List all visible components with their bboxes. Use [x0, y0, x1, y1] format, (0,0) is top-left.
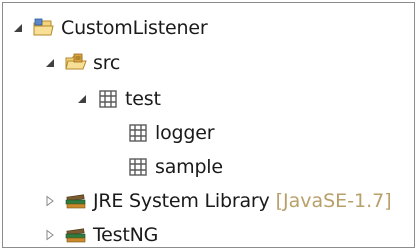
library-version-decoration: [JavaSE-1.7] [275, 190, 392, 212]
package-icon [127, 123, 149, 143]
package-icon [97, 89, 119, 109]
tree-node-label: CustomListener [61, 17, 208, 39]
collapsed-arrow-icon[interactable] [43, 194, 57, 208]
expanded-arrow-icon[interactable] [11, 21, 25, 35]
tree-node-label: TestNG [93, 224, 159, 246]
tree-node-label: src [93, 52, 121, 74]
library-icon [65, 191, 87, 211]
expanded-arrow-icon[interactable] [75, 92, 89, 106]
tree-node-customlistener[interactable]: CustomListener [11, 13, 208, 43]
package-explorer: CustomListener src test logger sample JR… [2, 2, 415, 248]
tree-node-label: logger [155, 122, 215, 144]
tree-node-label: sample [155, 156, 223, 178]
tree-node-label: JRE System Library [93, 190, 270, 212]
java-project-icon [33, 18, 55, 38]
tree-node-test[interactable]: test [75, 84, 161, 114]
tree-node-sample[interactable]: sample [127, 152, 223, 182]
library-icon [65, 225, 87, 245]
collapsed-arrow-icon[interactable] [43, 228, 57, 242]
tree-node-src[interactable]: src [43, 48, 120, 78]
source-folder-icon [65, 53, 87, 73]
project-tree: CustomListener src test logger sample JR… [3, 3, 414, 247]
tree-node-testng[interactable]: TestNG [43, 220, 158, 250]
tree-node-label: test [125, 88, 161, 110]
expanded-arrow-icon[interactable] [43, 56, 57, 70]
tree-node-jre-system-library[interactable]: JRE System Library [JavaSE-1.7] [43, 186, 392, 216]
package-icon [127, 157, 149, 177]
tree-node-logger[interactable]: logger [127, 118, 215, 148]
